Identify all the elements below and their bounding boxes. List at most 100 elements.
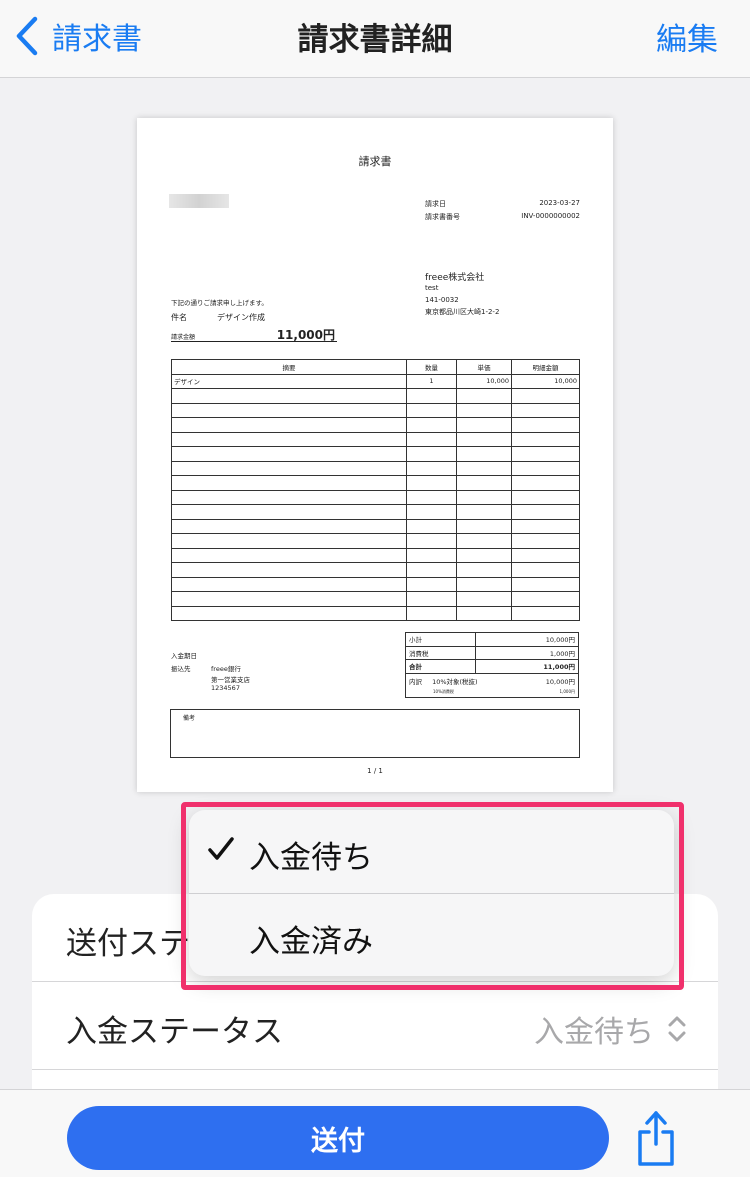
invoice-number: INV-0000000002 <box>521 212 580 220</box>
page-title: 請求書詳細 <box>297 22 453 58</box>
subject-value: デザイン作成 <box>217 313 265 322</box>
empty-cell <box>406 518 457 534</box>
empty-cell <box>406 547 457 563</box>
amount-row: 請求金額 11,000円 <box>171 326 337 342</box>
empty-table-row <box>171 504 580 520</box>
empty-cell <box>171 388 407 404</box>
line-items-table: 摘要 数量 単価 明細金額 デザイン 1 10,000 10,000 <box>171 359 580 621</box>
company-name: freee株式会社 <box>425 273 485 283</box>
column-header: 摘要 <box>171 359 407 375</box>
subtotal-label: 小計 <box>404 632 477 647</box>
empty-cell <box>456 605 512 621</box>
empty-cell <box>406 504 457 520</box>
payment-status-menu: 入金待ち 入金済み <box>189 810 674 976</box>
empty-cell <box>511 504 580 520</box>
invoice-number-label: 請求書番号 <box>425 213 460 221</box>
bank-account: 1234567 <box>211 684 240 692</box>
invoice-preview[interactable]: 請求書 請求日 2023-03-27 請求書番号 INV-0000000002 … <box>137 118 613 792</box>
subtotal-value: 10,000円 <box>475 632 579 647</box>
menu-item-label: 入金済み <box>249 924 373 960</box>
empty-table-row <box>171 518 580 534</box>
amount-value: 11,000円 <box>276 328 335 342</box>
empty-cell <box>406 605 457 621</box>
tax-label: 消費税 <box>404 645 477 660</box>
empty-cell <box>511 475 580 491</box>
totals-table: 小計 10,000円 消費税 1,000円 合計 11,000円 内訳 10%対… <box>404 632 579 698</box>
empty-cell <box>456 504 512 520</box>
tax-value: 1,000円 <box>475 645 579 660</box>
company-address: 東京都品川区大崎1-2-2 <box>425 308 500 316</box>
empty-cell <box>456 402 512 418</box>
total-label: 合計 <box>404 659 477 674</box>
empty-cell <box>456 475 512 491</box>
empty-cell <box>406 533 457 549</box>
menu-item-awaiting-payment[interactable]: 入金待ち <box>189 810 674 893</box>
edit-button[interactable]: 編集 <box>656 14 718 59</box>
remarks-box: 備考 <box>170 709 580 758</box>
empty-cell <box>511 605 580 621</box>
empty-cell <box>456 489 512 505</box>
empty-cell <box>456 591 512 607</box>
breakdown-rate: 10%対象(税抜) <box>432 677 478 686</box>
empty-cell <box>511 402 580 418</box>
menu-item-paid[interactable]: 入金済み <box>189 894 674 977</box>
empty-cell <box>406 431 457 447</box>
empty-table-row <box>171 547 580 563</box>
empty-cell <box>171 402 407 418</box>
empty-cell <box>511 446 580 462</box>
empty-cell <box>456 460 512 476</box>
empty-cell <box>171 518 407 534</box>
bottom-toolbar: 送付 <box>0 1089 750 1177</box>
item-amount: 10,000 <box>511 373 580 389</box>
breakdown-cell: 内訳 10%対象(税抜) 10,000円 10%消費税 1,000円 <box>405 672 579 698</box>
payment-status-value: 入金待ち <box>534 1015 654 1050</box>
empty-cell <box>511 431 580 447</box>
page-number: 1 / 1 <box>367 767 383 775</box>
empty-cell <box>456 576 512 592</box>
empty-table-row <box>171 605 580 621</box>
bank-label: 振込先 <box>171 665 191 673</box>
share-icon[interactable] <box>632 1108 680 1168</box>
empty-cell <box>511 518 580 534</box>
breakdown-tax: 1,000円 <box>559 688 575 694</box>
empty-cell <box>511 547 580 563</box>
empty-cell <box>511 533 580 549</box>
empty-cell <box>406 475 457 491</box>
empty-cell <box>171 460 407 476</box>
empty-cell <box>406 591 457 607</box>
bank-branch: 第一営業支店 <box>211 676 250 684</box>
empty-table-row <box>171 402 580 418</box>
empty-cell <box>511 489 580 505</box>
column-header: 単価 <box>456 359 512 375</box>
empty-table-row <box>171 591 580 607</box>
send-button[interactable]: 送付 <box>67 1106 609 1170</box>
chevron-up-down-icon <box>668 1016 686 1042</box>
invoice-title: 請求書 <box>358 155 392 168</box>
empty-cell <box>456 446 512 462</box>
empty-cell <box>456 431 512 447</box>
table-row: デザイン 1 10,000 10,000 <box>171 373 580 389</box>
empty-cell <box>511 576 580 592</box>
total-value: 11,000円 <box>475 659 579 674</box>
remarks-label: 備考 <box>183 715 196 722</box>
bank-name: freee銀行 <box>211 665 241 673</box>
checkmark-icon <box>208 837 234 860</box>
empty-cell <box>511 388 580 404</box>
payment-status-select[interactable]: 入金待ち <box>534 1007 688 1051</box>
empty-cell <box>171 533 407 549</box>
empty-table-row <box>171 388 580 404</box>
empty-cell <box>406 402 457 418</box>
empty-table-row <box>171 431 580 447</box>
breakdown-amount: 10,000円 <box>545 677 575 686</box>
recipient-name-redacted <box>169 194 229 208</box>
empty-table-row <box>171 576 580 592</box>
empty-cell <box>171 504 407 520</box>
column-header: 明細金額 <box>511 359 580 375</box>
payment-status-row[interactable]: 入金ステータス 入金待ち <box>32 982 718 1070</box>
column-header: 数量 <box>406 359 457 375</box>
empty-cell <box>511 562 580 578</box>
empty-cell <box>171 591 407 607</box>
item-qty: 1 <box>406 373 457 389</box>
empty-cell <box>171 576 407 592</box>
invoice-date: 2023-03-27 <box>539 199 580 207</box>
